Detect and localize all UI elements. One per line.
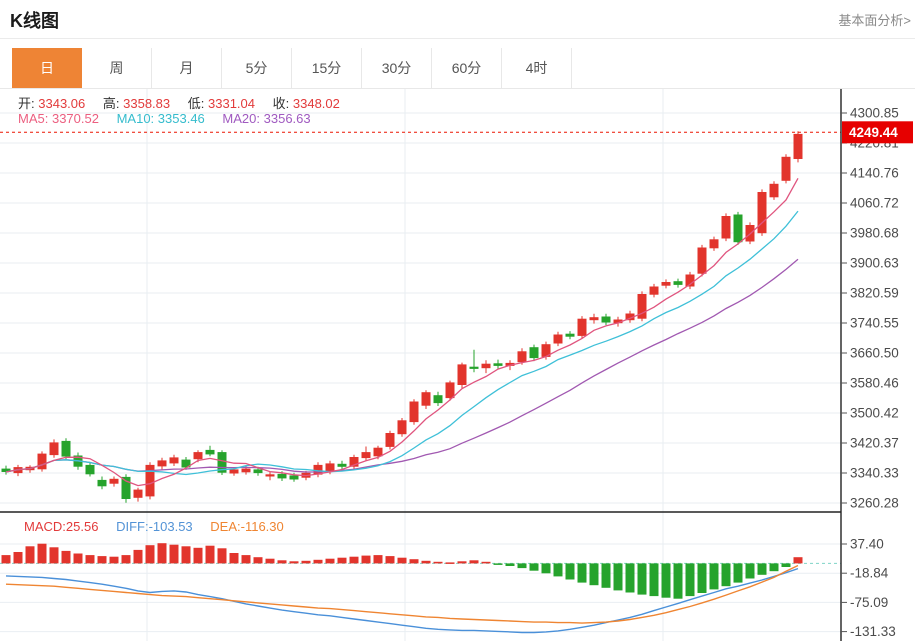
svg-text:3420.37: 3420.37	[850, 436, 899, 451]
fundamental-analysis-link[interactable]: 基本面分析>	[838, 10, 911, 29]
period-tab[interactable]: 周	[82, 48, 152, 88]
svg-text:-75.09: -75.09	[850, 595, 888, 610]
svg-text:3740.55: 3740.55	[850, 316, 899, 331]
svg-text:4140.76: 4140.76	[850, 166, 899, 181]
page-title: K线图	[10, 11, 59, 31]
period-tab[interactable]: 60分	[432, 48, 502, 88]
period-tab[interactable]: 5分	[222, 48, 292, 88]
period-tab[interactable]: 4时	[502, 48, 572, 88]
svg-text:3820.59: 3820.59	[850, 286, 899, 301]
svg-text:3900.63: 3900.63	[850, 256, 899, 271]
period-tab[interactable]: 日	[12, 48, 82, 88]
kline-page: K线图 基本面分析> 日周月5分15分30分60分4时 4300.854220.…	[0, 0, 915, 641]
svg-text:3980.68: 3980.68	[850, 226, 899, 241]
kline-chart-canvas[interactable]: 4300.854220.814140.764060.723980.683900.…	[0, 89, 915, 641]
svg-text:3580.46: 3580.46	[850, 376, 899, 391]
period-tabs: 日周月 5分 15分 30分 60分 4时	[0, 48, 915, 89]
period-tab[interactable]: 15分	[292, 48, 362, 88]
svg-text:37.40: 37.40	[850, 537, 884, 552]
svg-text:3660.50: 3660.50	[850, 346, 899, 361]
svg-text:3340.33: 3340.33	[850, 466, 899, 481]
svg-text:4300.85: 4300.85	[850, 106, 899, 121]
svg-text:-131.33: -131.33	[850, 624, 896, 639]
period-tab[interactable]: 月	[152, 48, 222, 88]
ma-line	[5, 177, 799, 487]
current-price-tag: 4249.44	[842, 121, 913, 144]
macd-histogram	[1, 543, 803, 599]
svg-text:4249.44: 4249.44	[849, 125, 898, 140]
svg-text:3500.42: 3500.42	[850, 406, 899, 421]
svg-text:4060.72: 4060.72	[850, 196, 899, 211]
svg-text:-18.84: -18.84	[850, 566, 889, 581]
candles	[1, 131, 803, 503]
chart-area: 4300.854220.814140.764060.723980.683900.…	[0, 89, 915, 641]
title-bar: K线图 基本面分析>	[0, 0, 915, 39]
y-axis-labels: 4300.854220.814140.764060.723980.683900.…	[841, 106, 899, 639]
svg-text:3260.28: 3260.28	[850, 496, 899, 511]
period-tab[interactable]: 30分	[362, 48, 432, 88]
